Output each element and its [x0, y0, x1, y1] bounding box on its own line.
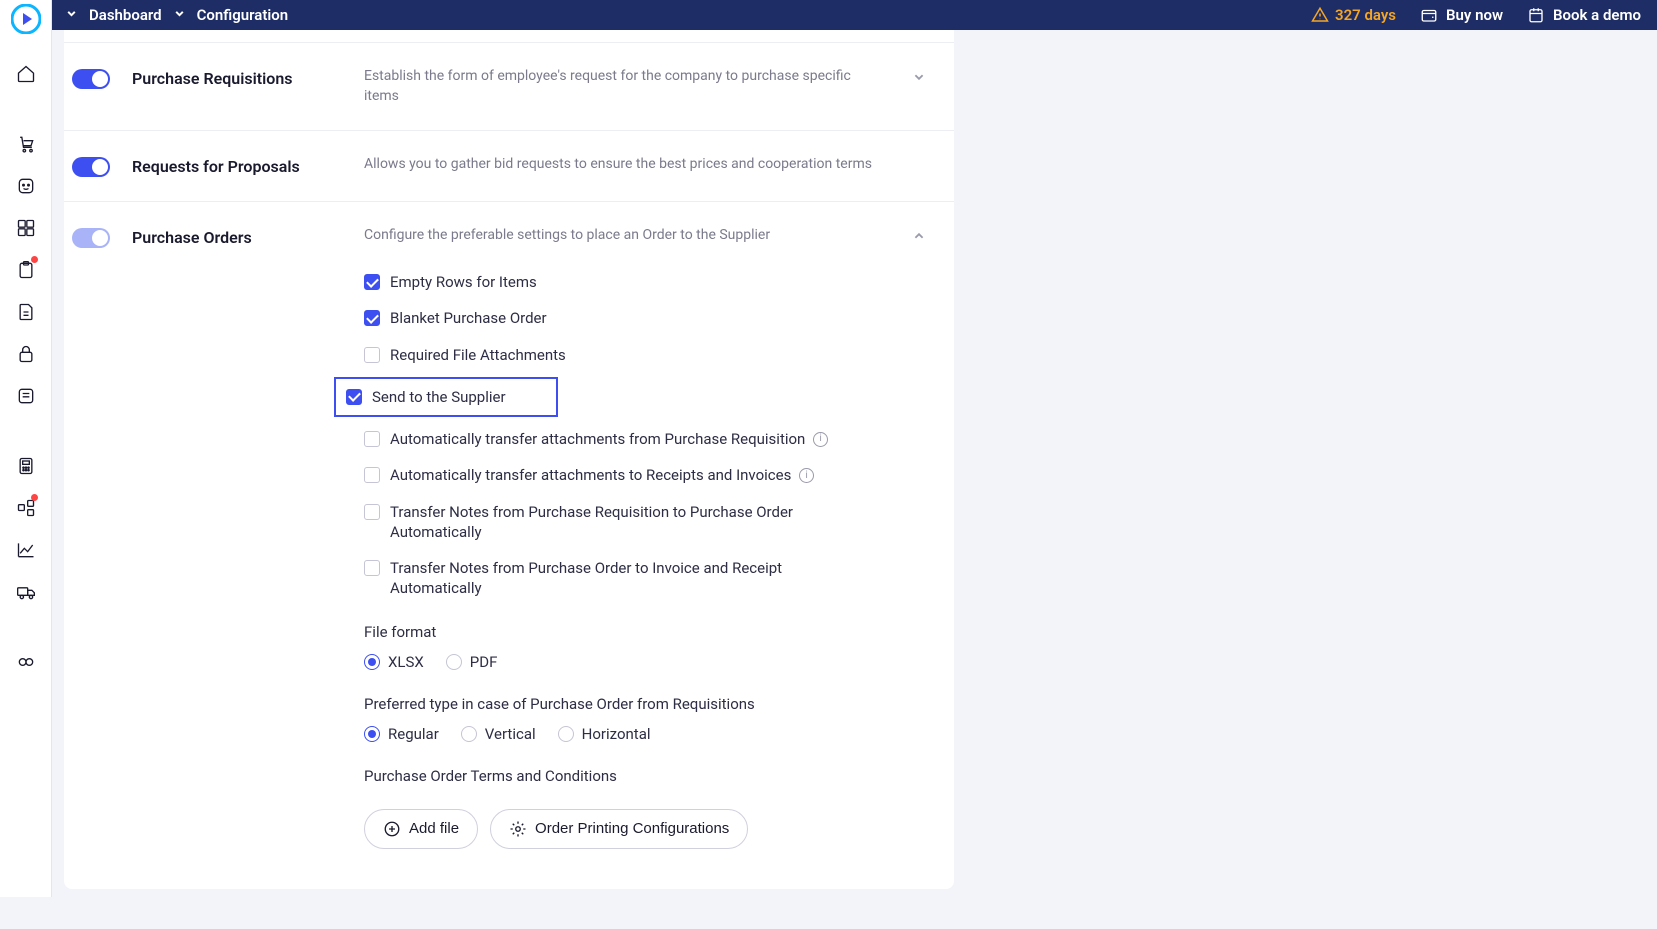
radio-icon [364, 726, 380, 742]
spacer [4, 614, 48, 640]
label-send-supplier: Send to the Supplier [372, 387, 506, 407]
toggle-rfp[interactable] [72, 157, 110, 177]
checkbox-required-files[interactable] [364, 347, 380, 363]
nav-clipboard-icon[interactable] [4, 250, 48, 290]
section-desc: Configure the preferable settings to pla… [364, 226, 904, 246]
checkbox-transfer-notes-ir[interactable] [364, 560, 380, 576]
expand-icon[interactable] [904, 67, 934, 83]
section-title: Requests for Proposals [132, 155, 364, 176]
preferred-type-radios: Regular Vertical Horizontal [364, 725, 924, 743]
radio-icon [446, 654, 462, 670]
nav-grid-icon[interactable] [4, 488, 48, 528]
label-transfer-notes-pr: Transfer Notes from Purchase Requisition… [390, 502, 824, 543]
terms-title: Purchase Order Terms and Conditions [364, 767, 924, 785]
app-logo[interactable] [11, 4, 41, 34]
notification-dot [31, 256, 38, 263]
radio-pdf[interactable]: PDF [446, 653, 498, 671]
buy-now-button[interactable]: Buy now [1420, 6, 1503, 24]
checkbox-blanket[interactable] [364, 310, 380, 326]
toggle-requisitions[interactable] [72, 69, 110, 89]
collapse-icon[interactable] [904, 226, 934, 242]
section-desc: Establish the form of employee's request… [364, 67, 904, 106]
nav-lock-icon[interactable] [4, 334, 48, 374]
checkbox-auto-transfer-pr[interactable] [364, 431, 380, 447]
nav-doc-icon[interactable] [4, 292, 48, 332]
option-required-files: Required File Attachments [364, 345, 924, 365]
radio-horizontal[interactable]: Horizontal [558, 725, 651, 743]
section-purchase-orders: Purchase Orders Configure the preferable… [64, 202, 954, 272]
radio-icon [364, 654, 380, 670]
info-icon[interactable]: i [799, 468, 814, 483]
breadcrumb-dashboard[interactable]: Dashboard [89, 6, 162, 24]
toggle-purchase-orders[interactable] [72, 228, 110, 248]
buy-label: Buy now [1446, 6, 1503, 24]
button-row: Add file Order Printing Configurations [364, 809, 924, 849]
days-text: 327 days [1335, 6, 1396, 24]
notification-dot [31, 494, 38, 501]
section-title: Purchase Orders [132, 226, 364, 247]
settings-card: Purchase Requisitions Establish the form… [64, 30, 954, 889]
option-auto-transfer-ri: Automatically transfer attachments to Re… [364, 465, 924, 485]
radio-vertical[interactable]: Vertical [461, 725, 536, 743]
breadcrumb: Dashboard Configuration [66, 6, 288, 24]
nav-face-icon[interactable] [4, 166, 48, 206]
radio-xlsx[interactable]: XLSX [364, 653, 424, 671]
radio-regular[interactable]: Regular [364, 725, 439, 743]
option-send-supplier: Send to the Supplier [334, 377, 558, 417]
file-format-radios: XLSX PDF [364, 653, 924, 671]
header-actions: 327 days Buy now Book a demo [1311, 6, 1641, 24]
label-required-files: Required File Attachments [390, 345, 566, 365]
nav-layers-icon[interactable] [4, 376, 48, 416]
label-empty-rows: Empty Rows for Items [390, 272, 537, 292]
nav-cart-icon[interactable] [4, 124, 48, 164]
nav-home-icon[interactable] [4, 54, 48, 94]
po-expanded: Empty Rows for Items Blanket Purchase Or… [64, 272, 954, 849]
checkbox-auto-transfer-ri[interactable] [364, 467, 380, 483]
book-demo-button[interactable]: Book a demo [1527, 6, 1641, 24]
breadcrumb-configuration[interactable]: Configuration [197, 6, 289, 24]
section-desc: Allows you to gather bid requests to ens… [364, 155, 904, 175]
label-blanket: Blanket Purchase Order [390, 308, 547, 328]
nav-link-icon[interactable] [4, 642, 48, 682]
option-transfer-notes-ir: Transfer Notes from Purchase Order to In… [364, 558, 824, 599]
preferred-type-title: Preferred type in case of Purchase Order… [364, 695, 924, 713]
option-empty-rows: Empty Rows for Items [364, 272, 924, 292]
option-transfer-notes-pr: Transfer Notes from Purchase Requisition… [364, 502, 824, 543]
nav-boxes-icon[interactable] [4, 208, 48, 248]
add-file-button[interactable]: Add file [364, 809, 478, 849]
sidebar [0, 0, 52, 897]
checkbox-transfer-notes-pr[interactable] [364, 504, 380, 520]
chevron-down-icon[interactable] [174, 8, 185, 22]
option-blanket: Blanket Purchase Order [364, 308, 924, 328]
spacer [4, 96, 48, 122]
file-format-title: File format [364, 623, 924, 641]
trial-days-badge[interactable]: 327 days [1311, 6, 1396, 24]
label-auto-transfer-pr: Automatically transfer attachments from … [390, 429, 828, 449]
info-icon[interactable]: i [813, 432, 828, 447]
nav-chart-icon[interactable] [4, 530, 48, 570]
checkbox-empty-rows[interactable] [364, 274, 380, 290]
demo-label: Book a demo [1553, 6, 1641, 24]
checkbox-send-supplier[interactable] [346, 389, 362, 405]
main-content: Purchase Requisitions Establish the form… [52, 30, 1657, 929]
nav-calculator-icon[interactable] [4, 446, 48, 486]
spacer [4, 418, 48, 444]
chevron-down-icon[interactable] [66, 8, 77, 22]
radio-icon [558, 726, 574, 742]
section-requisitions: Purchase Requisitions Establish the form… [64, 42, 954, 131]
section-title: Purchase Requisitions [132, 67, 364, 88]
print-config-button[interactable]: Order Printing Configurations [490, 809, 748, 849]
option-auto-transfer-pr: Automatically transfer attachments from … [364, 429, 924, 449]
radio-icon [461, 726, 477, 742]
header: Dashboard Configuration 327 days Buy now… [0, 0, 1657, 30]
label-transfer-notes-ir: Transfer Notes from Purchase Order to In… [390, 558, 824, 599]
section-rfp: Requests for Proposals Allows you to gat… [64, 131, 954, 202]
label-auto-transfer-ri: Automatically transfer attachments to Re… [390, 465, 814, 485]
nav-truck-icon[interactable] [4, 572, 48, 612]
